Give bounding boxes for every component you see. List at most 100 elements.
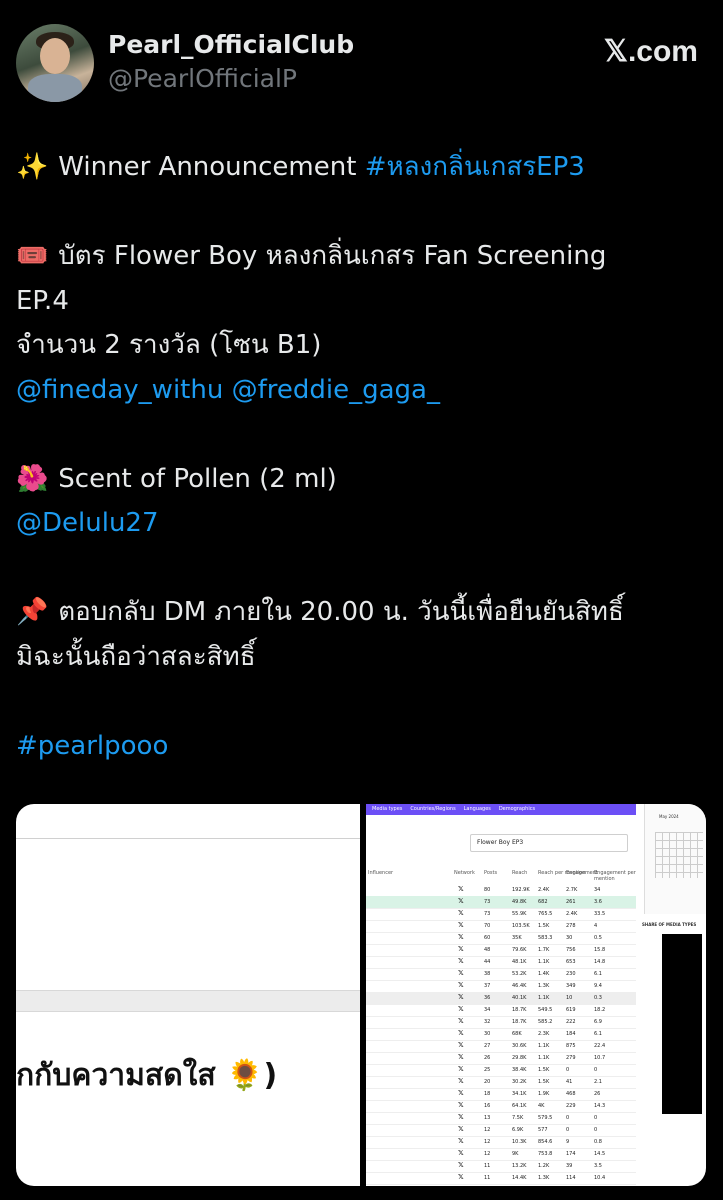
tweet-line: EP.4 [16,285,69,316]
table-cell: 15.8 [594,947,606,953]
table-cell: 39 [566,1163,573,1169]
tweet-line-text: Winner Announcement [50,152,365,182]
col-header: Influencer [368,870,394,876]
table-cell: 619 [566,1007,576,1013]
avatar-face [40,38,70,74]
table-cell: 79.6K [512,947,527,953]
table-cell: 68K [512,1031,522,1037]
table-cell: 35K [512,935,522,941]
tweet-media[interactable]: กกับความสดใส 🌻) Media types Countries/Re… [16,804,706,1186]
table-cell: 278 [566,923,576,929]
table-cell: 6.9 [594,1019,602,1025]
display-name[interactable]: Pearl_OfficialClub [108,30,354,59]
x-logo-link[interactable]: 𝕏.com [604,34,698,69]
x-network-icon: 𝕏 [458,1041,464,1049]
table-header: Influencer Network Posts Reach Reach per… [366,866,636,882]
table-cell: 0 [566,1067,570,1073]
table-cell: 875 [566,1043,576,1049]
dashboard-tabs: Media types Countries/Regions Languages … [366,804,636,815]
x-network-icon: 𝕏 [458,897,464,905]
table-cell: 682 [538,899,548,905]
x-network-icon: 𝕏 [458,1149,464,1157]
table-cell: 261 [566,899,576,905]
table-cell: 3.5 [594,1163,602,1169]
table-cell: 2.3K [538,1031,550,1037]
avatar[interactable] [16,24,94,102]
user-handle[interactable]: @PearlOfficialP [108,64,297,93]
media-image-left[interactable]: กกับความสดใส 🌻) [16,804,360,1186]
table-cell: 756 [566,947,576,953]
x-network-icon: 𝕏 [458,1005,464,1013]
table-cell: 2.4K [538,887,550,893]
table-cell: 25 [484,1067,491,1073]
table-cell: 37 [484,983,491,989]
x-network-icon: 𝕏 [458,1089,464,1097]
col-header: Posts [484,870,498,876]
x-network-icon: 𝕏 [458,921,464,929]
table-cell: 1.1K [538,959,550,965]
tweet-line: ✨ Winner Announcement #หลงกลิ่นเกสรEP3 [16,145,716,190]
table-cell: 14.3 [594,1103,606,1109]
table-cell: 12 [484,1151,491,1157]
table-cell: 9.4 [594,983,602,989]
mention-link[interactable]: @Delulu27 [16,508,159,538]
x-network-icon: 𝕏 [458,1053,464,1061]
table-cell: 6.9K [512,1127,524,1133]
table-cell: 1.5K [538,1067,550,1073]
table-cell: 11 [484,1175,491,1181]
table-cell: 46.4K [512,983,527,989]
calendar-grid [655,832,703,878]
media-type-chart [662,934,702,1114]
x-network-icon: 𝕏 [458,969,464,977]
table-cell: 0 [594,1115,598,1121]
hashtag-link[interactable]: #pearlpooo [16,731,168,761]
table-cell: 12 [484,1139,491,1145]
table-cell: 30 [484,1031,491,1037]
x-network-icon: 𝕏 [458,885,464,893]
table-cell: 174 [566,1151,576,1157]
x-network-icon: 𝕏 [458,1161,464,1169]
table-cell: 6.1 [594,1031,602,1037]
tweet-line: @fineday_withu @freddie_gaga_ [16,368,716,413]
x-network-icon: 𝕏 [458,945,464,953]
table-cell: 10.7 [594,1055,606,1061]
table-cell: 13 [484,1115,491,1121]
tweet-line-text: ตอบกลับ DM ภายใน 20.00 น. วันนี้เพื่อยืน… [50,597,624,627]
table-cell: 73 [484,911,491,917]
table-cell: 1.1K [538,995,550,1001]
table-cell: 34 [594,887,601,893]
table-cell: 0.3 [594,995,602,1001]
tweet-line-text: Scent of Pollen (2 ml) [50,463,337,494]
media-image-right[interactable]: Media types Countries/Regions Languages … [366,804,706,1186]
table-cell: 10 [566,995,573,1001]
table-cell: 0 [594,1127,598,1133]
table-cell: 1.3K [538,983,550,989]
x-network-icon: 𝕏 [458,1125,464,1133]
table-cell: 1.1K [538,1055,550,1061]
table-cell: 103.5K [512,923,530,929]
pushpin-icon: 📌 [16,597,49,627]
table-cell: 18.2 [594,1007,606,1013]
divider [16,838,360,839]
table-cell: 27 [484,1043,491,1049]
table-cell: 48.1K [512,959,527,965]
table-cell: 38 [484,971,491,977]
table-cell: 32 [484,1019,491,1025]
hashtag-link[interactable]: #หลงกลิ่นเกสรEP3 [365,152,585,182]
table-cell: 222 [566,1019,576,1025]
table-cell: 53.2K [512,971,527,977]
table-cell: 34.1K [512,1091,527,1097]
x-network-icon: 𝕏 [458,957,464,965]
tweet-line: @Delulu27 [16,501,716,546]
avatar-shirt [28,74,82,102]
tab-label: Media types [372,806,403,812]
x-network-icon: 𝕏 [458,1137,464,1145]
table-cell: 12 [484,1127,491,1133]
table-cell: 549.5 [538,1007,553,1013]
x-network-icon: 𝕏 [458,1017,464,1025]
mention-links[interactable]: @fineday_withu @freddie_gaga_ [16,375,440,405]
table-cell: 753.8 [538,1151,553,1157]
table-cell: 1.7K [538,947,550,953]
table-cell: 36 [484,995,491,1001]
tweet-header: Pearl_OfficialClub @PearlOfficialP 𝕏.com [16,24,706,104]
